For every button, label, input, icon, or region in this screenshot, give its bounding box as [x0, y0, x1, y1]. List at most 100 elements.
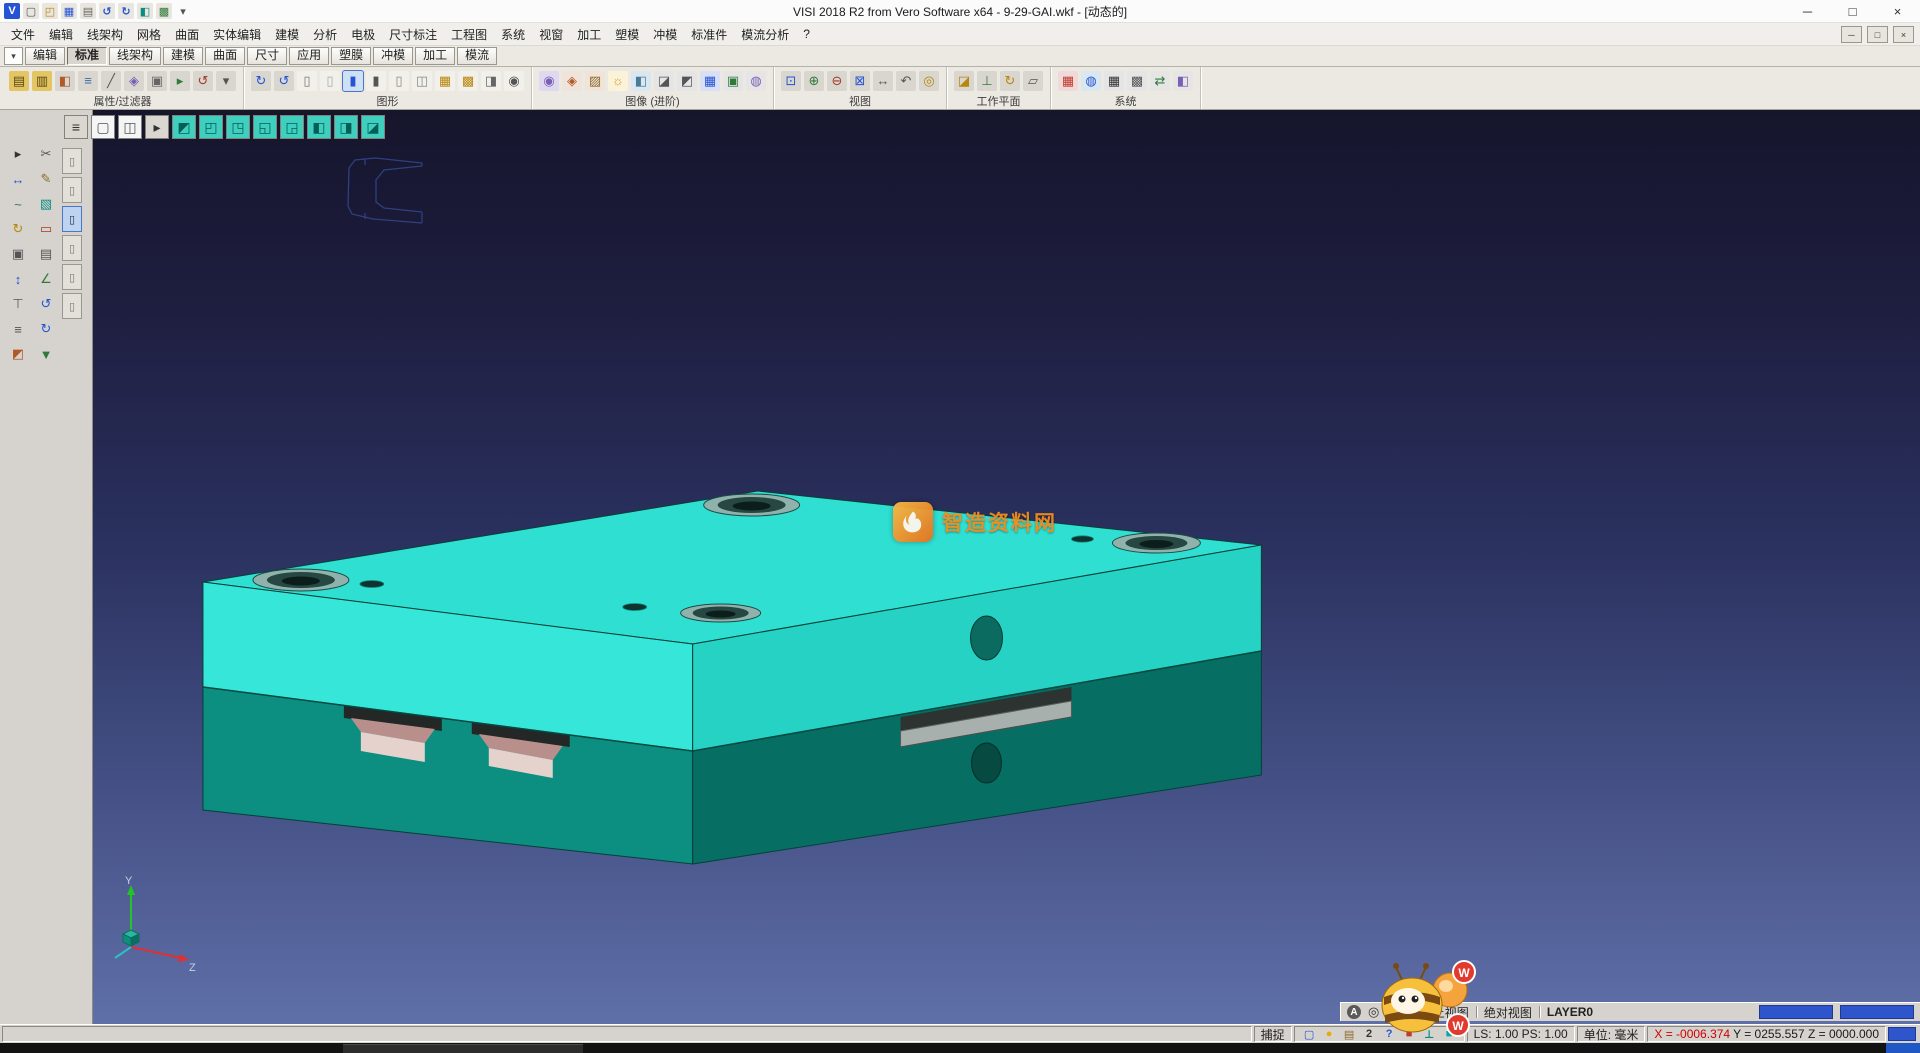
- mdi-restore-button[interactable]: □: [1867, 26, 1888, 43]
- chip-select-icon[interactable]: ▩: [458, 71, 478, 91]
- reflection-icon[interactable]: ◩: [677, 71, 697, 91]
- lighting-icon[interactable]: ☼: [608, 71, 628, 91]
- menu-item[interactable]: ?: [796, 25, 817, 43]
- menu-item[interactable]: 电极: [344, 24, 382, 45]
- tab[interactable]: 建模: [163, 47, 203, 65]
- palette-tool-icon[interactable]: ◩: [8, 344, 28, 364]
- sketch-pencil-icon[interactable]: ✎: [36, 169, 56, 189]
- view-iso-icon[interactable]: ◩: [172, 115, 196, 139]
- maximize-button[interactable]: □: [1830, 0, 1875, 22]
- view-menu-icon[interactable]: ≡: [64, 115, 88, 139]
- menu-item[interactable]: 线架构: [80, 24, 130, 45]
- menu-item[interactable]: 实体编辑: [206, 24, 268, 45]
- menu-item[interactable]: 冲模: [646, 24, 684, 45]
- quick-select-icon[interactable]: ▸: [170, 71, 190, 91]
- minimize-button[interactable]: ─: [1785, 0, 1830, 22]
- delete-tool-icon[interactable]: ▭: [36, 219, 56, 239]
- view-right-icon[interactable]: ◱: [253, 115, 277, 139]
- shadow-icon[interactable]: ◪: [654, 71, 674, 91]
- system-settings-icon[interactable]: ◧: [1173, 71, 1193, 91]
- solid-box-icon[interactable]: ▧: [36, 194, 56, 214]
- view-visibility-icon[interactable]: ◎: [919, 71, 939, 91]
- zoom-window-icon[interactable]: ⊡: [781, 71, 801, 91]
- taskbar-tray[interactable]: [1886, 1043, 1920, 1053]
- absolute-mode-badge[interactable]: A: [1347, 1005, 1361, 1019]
- linetype-filter-icon[interactable]: ╱: [101, 71, 121, 91]
- build-tool-icon[interactable]: ⊤: [8, 294, 28, 314]
- menu-item[interactable]: 编辑: [42, 24, 80, 45]
- menu-item[interactable]: 系统: [494, 24, 532, 45]
- menu-item[interactable]: 网格: [130, 24, 168, 45]
- redraw-icon[interactable]: ↻: [251, 71, 271, 91]
- pan-view-icon[interactable]: ↔: [873, 71, 893, 91]
- visi-logo-icon[interactable]: V: [4, 3, 20, 19]
- tab[interactable]: 尺寸: [247, 47, 287, 65]
- clipboard-view-4-icon[interactable]: ▯: [62, 235, 82, 261]
- stamp-tool-icon[interactable]: ▣: [8, 244, 28, 264]
- open-file-icon[interactable]: ◰: [42, 3, 58, 19]
- menu-item[interactable]: 模流分析: [734, 24, 796, 45]
- mdi-minimize-button[interactable]: ─: [1841, 26, 1862, 43]
- wireframe-mode-icon[interactable]: ▯: [297, 71, 317, 91]
- layer-color-bar[interactable]: [1759, 1005, 1833, 1019]
- view-left-icon[interactable]: ◲: [280, 115, 304, 139]
- material-icon[interactable]: ◈: [562, 71, 582, 91]
- quick-access-dropdown-icon[interactable]: ▾: [175, 3, 191, 19]
- units-indicator[interactable]: 单位: 毫米: [1577, 1026, 1646, 1042]
- transparency-icon[interactable]: ◧: [631, 71, 651, 91]
- angle-tool-icon[interactable]: ∠: [36, 269, 56, 289]
- tab[interactable]: 模流: [457, 47, 497, 65]
- menu-item[interactable]: 曲面: [168, 24, 206, 45]
- curve-tool-icon[interactable]: ~: [8, 194, 28, 214]
- grid-toggle-icon[interactable]: ▩: [156, 3, 172, 19]
- clipboard-view-5-icon[interactable]: ▯: [62, 264, 82, 290]
- scissors-trim-icon[interactable]: ✂: [36, 144, 56, 164]
- tab[interactable]: 加工: [415, 47, 455, 65]
- new-document-icon[interactable]: ▢: [23, 3, 39, 19]
- rotate-tool-icon[interactable]: ↻: [8, 219, 28, 239]
- clipboard-view-2-icon[interactable]: ▯: [62, 177, 82, 203]
- undo-tool-icon[interactable]: ↺: [36, 294, 56, 314]
- pen-color-bar[interactable]: [1840, 1005, 1914, 1019]
- view-cube-icon[interactable]: ◧: [137, 3, 153, 19]
- menu-item[interactable]: 工程图: [444, 24, 494, 45]
- layer-list-icon[interactable]: ≡: [8, 319, 28, 339]
- layer-filter-icon[interactable]: ≡: [78, 71, 98, 91]
- snap-toggle[interactable]: 捕捉: [1254, 1026, 1292, 1042]
- single-view-icon[interactable]: ▢: [91, 115, 115, 139]
- move-element-icon[interactable]: ↔: [8, 169, 28, 189]
- measure-tool-icon[interactable]: ↕: [8, 269, 28, 289]
- element-properties-icon[interactable]: ▤: [9, 71, 29, 91]
- workplane-icon[interactable]: ◪: [954, 71, 974, 91]
- display-status-icon[interactable]: ▢: [1301, 1027, 1318, 1042]
- filter-settings-icon[interactable]: ▾: [216, 71, 236, 91]
- zoom-in-icon[interactable]: ⊕: [804, 71, 824, 91]
- workplane-origin-icon[interactable]: ▱: [1023, 71, 1043, 91]
- tab[interactable]: 编辑: [25, 47, 65, 65]
- menu-item[interactable]: 塑模: [608, 24, 646, 45]
- display-settings-icon[interactable]: ◉: [504, 71, 524, 91]
- active-layer-label[interactable]: LAYER0: [1547, 1005, 1593, 1019]
- view-mode-label[interactable]: 绝对视图: [1484, 1004, 1532, 1021]
- menu-item[interactable]: 分析: [306, 24, 344, 45]
- save-file-icon[interactable]: ▦: [61, 3, 77, 19]
- calculator-icon[interactable]: ▦: [1104, 71, 1124, 91]
- background-color-icon[interactable]: ▦: [700, 71, 720, 91]
- globe-settings-icon[interactable]: ◍: [1081, 71, 1101, 91]
- menu-item[interactable]: 视窗: [532, 24, 570, 45]
- scale-indicator[interactable]: LS: 1.00 PS: 1.00: [1467, 1026, 1575, 1042]
- hidden-line-icon[interactable]: ▯: [320, 71, 340, 91]
- multi-view-icon[interactable]: ◫: [118, 115, 142, 139]
- shaded-edges-icon[interactable]: ▮: [366, 71, 386, 91]
- menu-item[interactable]: 建模: [268, 24, 306, 45]
- snapshot-icon[interactable]: ▣: [723, 71, 743, 91]
- mold-plate-model[interactable]: [93, 110, 1920, 1024]
- filter-reset-icon[interactable]: ↺: [193, 71, 213, 91]
- advanced-render-icon[interactable]: ◍: [746, 71, 766, 91]
- chip-display-icon[interactable]: ▦: [435, 71, 455, 91]
- tab[interactable]: 塑膜: [331, 47, 371, 65]
- render-mode-icon[interactable]: ◉: [539, 71, 559, 91]
- tab[interactable]: 冲模: [373, 47, 413, 65]
- menu-item[interactable]: 尺寸标注: [382, 24, 444, 45]
- select-arrow-icon[interactable]: ▸: [8, 144, 28, 164]
